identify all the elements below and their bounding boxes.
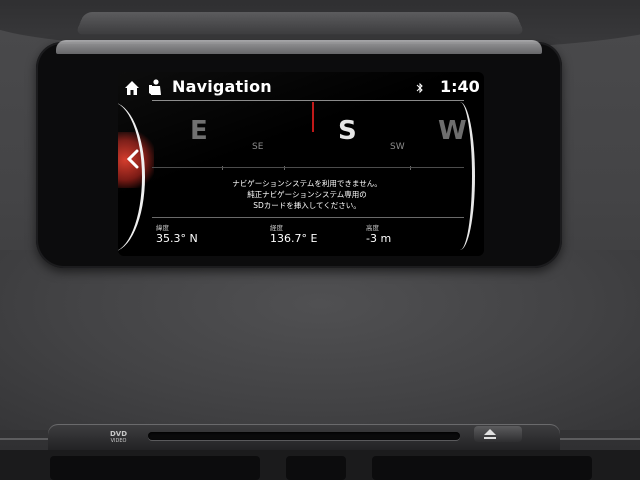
dashboard-hood-lip <box>75 11 525 35</box>
compass-baseline <box>152 167 464 168</box>
eject-icon <box>484 429 496 439</box>
clock: 1:40 <box>440 77 480 96</box>
longitude-value: 136.7° E <box>270 232 318 245</box>
console-vent <box>50 456 260 480</box>
title-divider <box>152 100 464 101</box>
sd-card-warning-message: ナビゲーションシステムを利用できません。 純正ナビゲーションシステム専用の SD… <box>178 178 436 211</box>
car-dashboard-scene: Navigation 1:40 E SE S SW W ナビゲーションシステムを… <box>0 0 640 480</box>
latitude-readout: 緯度 35.3° N <box>156 222 198 245</box>
console-vent <box>286 456 346 480</box>
title-bar: Navigation 1:40 <box>118 72 484 102</box>
infotainment-screen: Navigation 1:40 E SE S SW W ナビゲーションシステムを… <box>118 72 484 256</box>
left-arc-decoration <box>118 102 145 252</box>
bluetooth-icon <box>416 82 423 94</box>
altitude-label: 高度 <box>366 224 379 232</box>
compass-cardinal-south: S <box>338 116 357 146</box>
message-divider <box>152 217 464 218</box>
altitude-value: -3 m <box>366 232 392 245</box>
page-title: Navigation <box>172 77 272 96</box>
disc-slot[interactable] <box>148 432 460 440</box>
compass-cardinal-west: W <box>438 116 467 146</box>
compass-strip: E SE S SW W <box>152 102 467 170</box>
compass-intercardinal-southwest: SW <box>390 142 405 152</box>
console-vent <box>372 456 592 480</box>
longitude-label: 経度 <box>270 224 283 232</box>
home-icon[interactable] <box>124 80 140 96</box>
longitude-readout: 経度 136.7° E <box>270 222 317 245</box>
heading-marker <box>312 102 314 132</box>
compass-cardinal-east: E <box>190 116 208 146</box>
eject-button[interactable] <box>474 426 522 442</box>
message-line: SDカードを挿入してください。 <box>253 201 361 210</box>
message-line: ナビゲーションシステムを利用できません。 <box>232 179 382 188</box>
latitude-label: 緯度 <box>156 224 169 232</box>
dvd-video-logo: DVD VIDEO <box>110 431 127 445</box>
dvd-sublabel: VIDEO <box>110 438 127 444</box>
dashboard-surface <box>0 250 640 430</box>
message-line: 純正ナビゲーションシステム専用の <box>247 190 367 199</box>
latitude-value: 35.3° N <box>156 232 198 245</box>
navigation-person-icon <box>149 79 161 95</box>
display-bezel-highlight <box>56 40 542 54</box>
altitude-readout: 高度 -3 m <box>366 222 391 245</box>
dvd-label: DVD <box>110 430 128 438</box>
compass-intercardinal-southeast: SE <box>252 142 264 152</box>
